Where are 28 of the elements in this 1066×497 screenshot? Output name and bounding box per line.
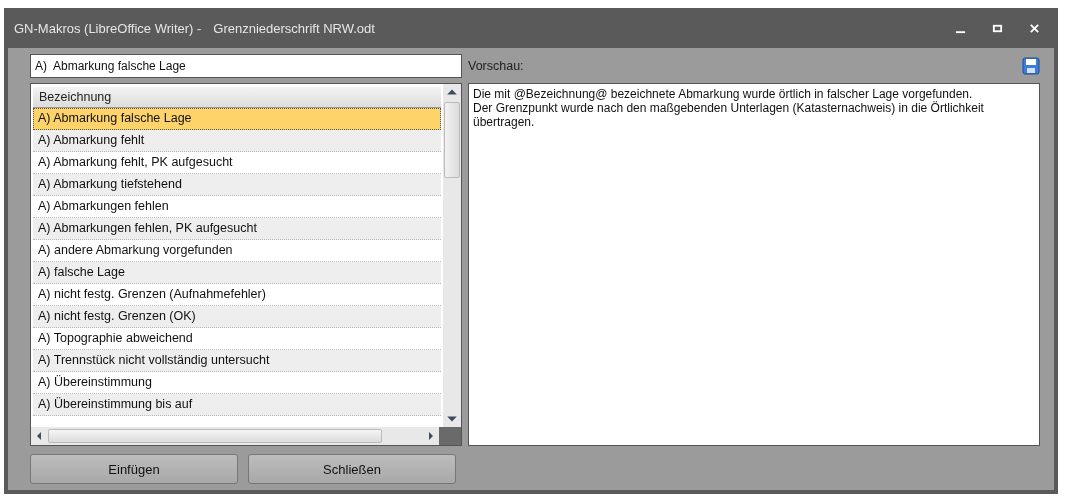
- vertical-scrollbar[interactable]: [443, 84, 461, 427]
- window-title: GN-Makros (LibreOffice Writer) -: [14, 20, 202, 36]
- list-item[interactable]: A) falsche Lage: [33, 262, 441, 284]
- preview-text: Der Grenzpunkt wurde nach den maßgebenden Unterlagen (Katasternachweis) in die Örtlichkeit übertragen.: [473, 101, 985, 129]
- close-icon[interactable]: [1029, 22, 1040, 34]
- preview-label: Vorschau:: [468, 59, 524, 73]
- list-item[interactable]: A) Abmarkungen fehlen, PK aufgesucht: [33, 218, 441, 240]
- horizontal-scrollbar[interactable]: [31, 427, 439, 445]
- save-icon[interactable]: [1022, 57, 1040, 75]
- close-button[interactable]: Schließen: [248, 454, 456, 484]
- scroll-thumb[interactable]: [48, 429, 382, 443]
- column-header[interactable]: Bezeichnung: [33, 87, 441, 108]
- list-item[interactable]: A) Abmarkung falsche Lage: [33, 108, 441, 130]
- preview-text: Die mit @Bezeichnung@ bezeichnete Abmarkung wurde örtlich in falscher Lage vorgefunden.: [473, 87, 973, 101]
- list-item[interactable]: A) Übereinstimmung: [33, 372, 441, 394]
- maximize-icon[interactable]: [992, 22, 1003, 34]
- list-item[interactable]: A) Trennstück nicht vollständig untersucht: [33, 350, 441, 372]
- list-item[interactable]: A) nicht festg. Grenzen (OK): [33, 306, 441, 328]
- list-item[interactable]: A) Abmarkung fehlt: [33, 130, 441, 152]
- list-item[interactable]: A) Übereinstimmung bis auf: [33, 394, 441, 416]
- scroll-thumb[interactable]: [444, 102, 460, 178]
- insert-button[interactable]: Einfügen: [30, 454, 238, 484]
- search-field[interactable]: A) Abmarkung falsche Lage: [30, 54, 462, 78]
- scroll-right-icon[interactable]: [426, 431, 436, 441]
- list-item[interactable]: A) Abmarkung tiefstehend: [33, 174, 441, 196]
- scrollbar-corner: [439, 427, 461, 445]
- document-title: Grenzniederschrift NRW.odt: [213, 20, 375, 36]
- preview-text-area[interactable]: Die mit @Bezeichnung@ bezeichnete Abmarkung wurde örtlich in falscher Lage vorgefunden. Der Grenzpunkt wurde nach den maßgebenden Unterlagen (Katasternachweis) in die Örtlichkeit übertragen.: [468, 83, 1040, 446]
